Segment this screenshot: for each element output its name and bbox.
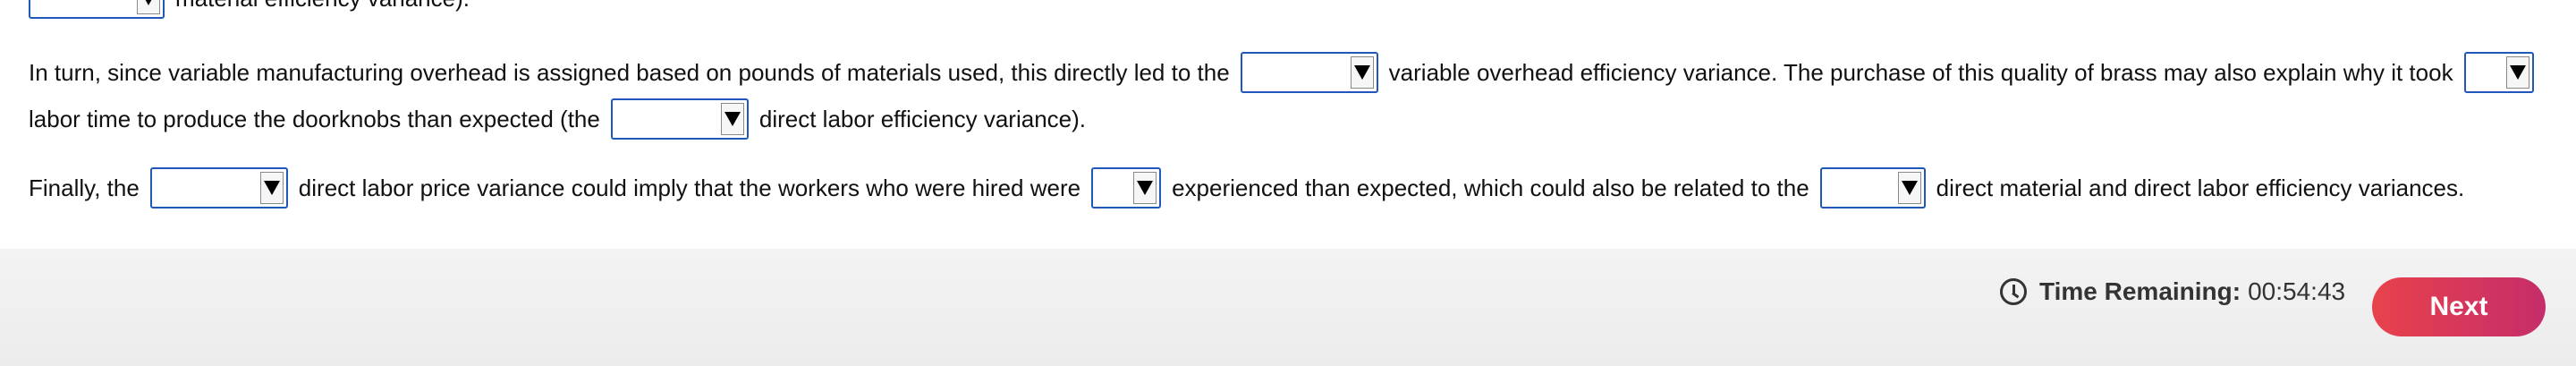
paragraph-2-text-b: variable overhead efficiency variance. T… [1388,59,2453,86]
paragraph-3-text-a: Finally, the [29,174,140,201]
next-button[interactable]: Next [2372,277,2546,336]
question-content: material efficiency variance). In turn, … [0,0,2576,249]
triangle-down-icon [724,112,741,126]
triangle-down-icon [1353,65,1370,80]
dropdown-variable-overhead-efficiency[interactable] [1240,52,1378,93]
dropdown-arrow-button[interactable] [1133,172,1157,204]
dropdown-material-efficiency[interactable] [29,0,165,19]
triangle-down-icon [1137,181,1154,195]
time-remaining-value: 00:54:43 [2248,277,2346,305]
time-remaining-label: Time Remaining: [2039,277,2241,305]
paragraph-2-text-a: In turn, since variable manufacturing ov… [29,59,1230,86]
previous-paragraph-fragment: material efficiency variance). [29,0,470,21]
paragraph-3: Finally, the direct labor price variance… [29,165,2464,211]
dropdown-arrow-button[interactable] [259,172,284,204]
time-remaining: Time Remaining: 00:54:43 [2000,274,2345,310]
dropdown-arrow-button[interactable] [1897,172,1921,204]
triangle-down-icon [2509,65,2526,80]
dropdown-arrow-button[interactable] [137,0,160,14]
clock-icon [2000,278,2027,305]
dropdown-arrow-button[interactable] [720,103,744,135]
dropdown-favorable-unfavorable[interactable] [1819,167,1926,209]
dropdown-direct-labor-efficiency[interactable] [610,98,749,140]
paragraph-2-line-1: In turn, since variable manufacturing ov… [29,49,2534,96]
dropdown-labor-time-more-less[interactable] [2463,52,2534,93]
dropdown-arrow-button[interactable] [2505,56,2529,89]
paragraph-2-text-d: direct labor efficiency variance). [758,106,1086,132]
dropdown-more-less-experienced[interactable] [1091,167,1162,209]
triangle-down-icon [140,0,157,5]
paragraph-2-text-c: labor time to produce the doorknobs than… [29,106,600,132]
fragment-text: material efficiency variance). [175,0,470,21]
paragraph-3-text-b: direct labor price variance could imply … [298,174,1081,201]
paragraph-3-text-c: experienced than expected, which could a… [1172,174,1809,201]
triangle-down-icon [263,181,280,195]
paragraph-3-text-d: direct material and direct labor efficie… [1936,174,2465,201]
triangle-down-icon [1901,181,1918,195]
dropdown-direct-labor-price[interactable] [149,167,288,209]
paragraph-2-line-2: labor time to produce the doorknobs than… [29,96,1086,142]
dropdown-arrow-button[interactable] [1350,56,1374,89]
